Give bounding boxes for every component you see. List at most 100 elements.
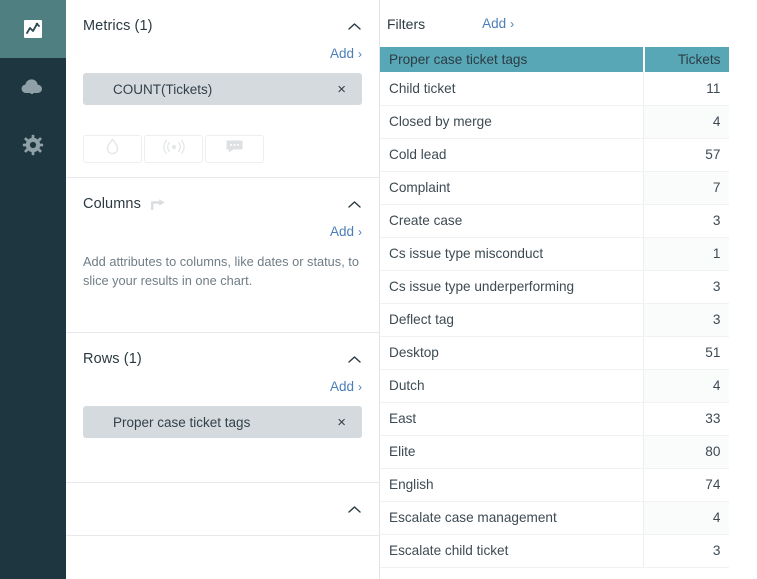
- columns-collapse-chevron-up-icon[interactable]: [346, 196, 362, 212]
- metric-chip-label: COUNT(Tickets): [113, 82, 335, 97]
- signal-icon-button[interactable]: [144, 135, 203, 163]
- cell-pad: [729, 270, 757, 303]
- column-header-tickets[interactable]: Tickets: [644, 47, 730, 72]
- transpose-arrow-icon[interactable]: [149, 197, 166, 212]
- cell-pad: [729, 303, 757, 336]
- cell-ticket-count: 3: [644, 303, 730, 336]
- cell-tag-name: Escalate child ticket: [380, 534, 644, 567]
- metrics-add-label: Add: [330, 46, 354, 61]
- sidebar-item-explore[interactable]: [0, 0, 66, 58]
- metrics-add-button[interactable]: Add ›: [330, 46, 362, 61]
- results-table-body: Child ticket11Closed by merge4Cold lead5…: [380, 72, 757, 567]
- metric-chip-remove-icon[interactable]: ×: [335, 80, 348, 99]
- cell-ticket-count: 7: [644, 171, 730, 204]
- sidebar-rail: [0, 0, 66, 579]
- table-row[interactable]: Elite80: [380, 435, 757, 468]
- columns-add-button[interactable]: Add ›: [330, 224, 362, 239]
- cell-pad: [729, 468, 757, 501]
- next-section-header: [83, 483, 362, 535]
- comment-icon-button[interactable]: [205, 135, 264, 163]
- table-row[interactable]: Closed by merge4: [380, 105, 757, 138]
- cell-tag-name: Elite: [380, 435, 644, 468]
- filters-label: Filters: [387, 16, 425, 32]
- cell-tag-name: Cold lead: [380, 138, 644, 171]
- row-chip-remove-icon[interactable]: ×: [335, 413, 348, 432]
- metric-chip[interactable]: COUNT(Tickets) ×: [83, 73, 362, 105]
- rows-add-button[interactable]: Add ›: [330, 379, 362, 394]
- table-row[interactable]: Cs issue type underperforming3: [380, 270, 757, 303]
- chevron-right-icon: ›: [358, 225, 362, 239]
- drop-icon: [105, 138, 120, 160]
- cell-ticket-count: 1: [644, 237, 730, 270]
- rows-header: Rows (1): [83, 333, 362, 385]
- gear-icon: [22, 134, 44, 156]
- table-row[interactable]: Escalate child ticket3: [380, 534, 757, 567]
- columns-add-label: Add: [330, 224, 354, 239]
- cell-pad: [729, 435, 757, 468]
- table-row[interactable]: Create case3: [380, 204, 757, 237]
- row-chip[interactable]: Proper case ticket tags ×: [83, 406, 362, 438]
- rows-add-row: Add ›: [83, 379, 362, 394]
- chevron-right-icon: ›: [358, 47, 362, 61]
- next-section-partial: [66, 483, 379, 536]
- table-row[interactable]: Cs issue type misconduct1: [380, 237, 757, 270]
- cell-pad: [729, 105, 757, 138]
- chevron-right-icon: ›: [510, 17, 514, 31]
- columns-section: Columns Add › Add attributes to columns,: [66, 178, 379, 333]
- column-header-pad: [729, 47, 757, 72]
- cell-ticket-count: 4: [644, 105, 730, 138]
- table-row[interactable]: Child ticket11: [380, 72, 757, 105]
- app-root: Metrics (1) Add › COUNT(Tickets) ×: [0, 0, 757, 579]
- metrics-header: Metrics (1): [83, 0, 362, 52]
- signal-icon: [163, 139, 185, 160]
- table-row[interactable]: Escalate case management4: [380, 501, 757, 534]
- cell-ticket-count: 74: [644, 468, 730, 501]
- chart-icon: [22, 18, 44, 40]
- results-table-head: Proper case ticket tags Tickets: [380, 47, 757, 72]
- table-row[interactable]: Desktop51: [380, 336, 757, 369]
- cell-pad: [729, 204, 757, 237]
- cell-pad: [729, 171, 757, 204]
- columns-hint-text: Add attributes to columns, like dates or…: [83, 253, 362, 332]
- cell-tag-name: Escalate case management: [380, 501, 644, 534]
- table-row[interactable]: Dutch4: [380, 369, 757, 402]
- row-chip-label: Proper case ticket tags: [113, 415, 335, 430]
- cell-pad: [729, 534, 757, 567]
- table-row[interactable]: East33: [380, 402, 757, 435]
- drop-icon-button[interactable]: [83, 135, 142, 163]
- table-row[interactable]: Cold lead57: [380, 138, 757, 171]
- metrics-collapse-chevron-up-icon[interactable]: [346, 18, 362, 34]
- next-section-collapse-chevron-up-icon[interactable]: [346, 501, 362, 517]
- cell-tag-name: English: [380, 468, 644, 501]
- filters-add-label: Add: [482, 16, 506, 31]
- config-panel: Metrics (1) Add › COUNT(Tickets) ×: [66, 0, 380, 579]
- cell-tag-name: Dutch: [380, 369, 644, 402]
- cell-ticket-count: 3: [644, 270, 730, 303]
- cell-tag-name: Create case: [380, 204, 644, 237]
- sidebar-item-upload[interactable]: [0, 58, 66, 116]
- metrics-title: Metrics (1): [83, 18, 153, 34]
- metric-format-buttons: [83, 135, 362, 177]
- cell-tag-name: Child ticket: [380, 72, 644, 105]
- filters-add-button[interactable]: Add ›: [482, 16, 514, 31]
- cell-ticket-count: 51: [644, 336, 730, 369]
- table-row[interactable]: English74: [380, 468, 757, 501]
- sidebar-item-settings[interactable]: [0, 116, 66, 174]
- cell-tag-name: Cs issue type underperforming: [380, 270, 644, 303]
- cell-tag-name: Cs issue type misconduct: [380, 237, 644, 270]
- rows-collapse-chevron-up-icon[interactable]: [346, 351, 362, 367]
- columns-header: Columns: [83, 178, 362, 230]
- cell-tag-name: Deflect tag: [380, 303, 644, 336]
- cloud-upload-icon: [20, 76, 46, 98]
- cell-tag-name: East: [380, 402, 644, 435]
- cell-ticket-count: 4: [644, 369, 730, 402]
- cell-tag-name: Complaint: [380, 171, 644, 204]
- cell-ticket-count: 3: [644, 534, 730, 567]
- cell-pad: [729, 369, 757, 402]
- table-row[interactable]: Deflect tag3: [380, 303, 757, 336]
- cell-ticket-count: 4: [644, 501, 730, 534]
- column-header-label[interactable]: Proper case ticket tags: [380, 47, 644, 72]
- metrics-add-row: Add ›: [83, 46, 362, 61]
- table-row[interactable]: Complaint7: [380, 171, 757, 204]
- rows-add-label: Add: [330, 379, 354, 394]
